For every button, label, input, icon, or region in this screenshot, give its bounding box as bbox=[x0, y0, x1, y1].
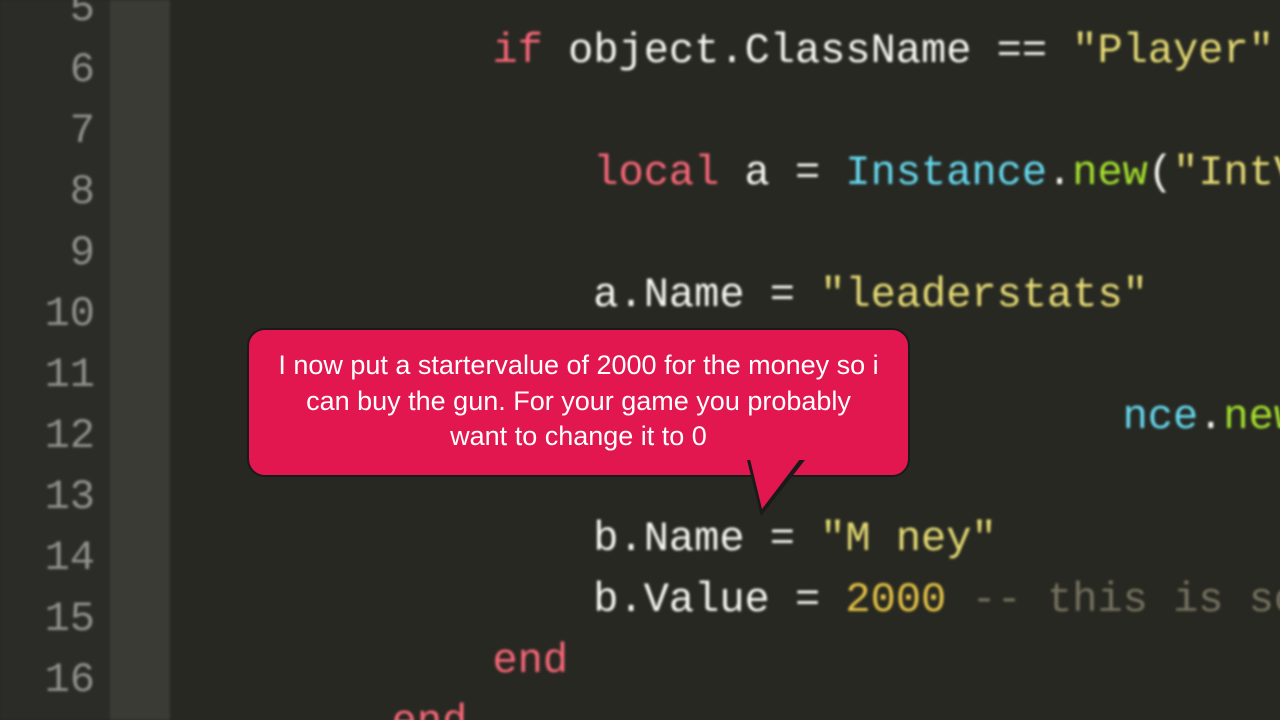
line-number: 5 bbox=[0, 0, 95, 30]
line-number: 14 bbox=[0, 537, 95, 579]
keyword-local: local bbox=[593, 149, 719, 197]
annotation-text: I now put a startervalue of 2000 for the… bbox=[247, 328, 910, 477]
number-literal: 2000 bbox=[845, 576, 946, 624]
line-number: 9 bbox=[0, 232, 95, 274]
string-literal: "Player" bbox=[1072, 27, 1274, 75]
property: ClassName bbox=[745, 27, 972, 75]
line-number: 16 bbox=[0, 659, 95, 701]
line-number: 6 bbox=[0, 49, 95, 91]
line-number: 12 bbox=[0, 415, 95, 457]
keyword-if: if bbox=[492, 27, 542, 75]
string-literal: "leaderstats" bbox=[820, 271, 1148, 319]
string-literal: "IntV bbox=[1173, 149, 1280, 197]
code-line-5[interactable]: if object.ClassName == "Player" bbox=[190, 0, 1274, 114]
line-number: 11 bbox=[0, 354, 95, 396]
fold-chevron-icon[interactable]: ˇ bbox=[120, 0, 145, 22]
class-instance: Instance bbox=[845, 149, 1047, 197]
annotation-speech-bubble: I now put a startervalue of 2000 for the… bbox=[247, 328, 910, 477]
line-number: 8 bbox=[0, 171, 95, 213]
keyword-end: end bbox=[392, 698, 468, 720]
line-number: 13 bbox=[0, 476, 95, 518]
indent bbox=[291, 27, 493, 75]
line-number: 10 bbox=[0, 293, 95, 335]
method-new: new bbox=[1072, 149, 1148, 197]
line-number: 15 bbox=[0, 598, 95, 640]
code-line-7[interactable]: local a = Instance.new("IntV bbox=[190, 110, 1280, 236]
fold-strip bbox=[110, 0, 170, 720]
identifier: object bbox=[568, 27, 719, 75]
comment: -- this is so bbox=[971, 576, 1280, 624]
code-line-16[interactable]: end bbox=[190, 659, 467, 720]
line-number: 7 bbox=[0, 110, 95, 152]
keyword-end: end bbox=[492, 637, 568, 685]
method-new: new bbox=[1223, 393, 1280, 441]
